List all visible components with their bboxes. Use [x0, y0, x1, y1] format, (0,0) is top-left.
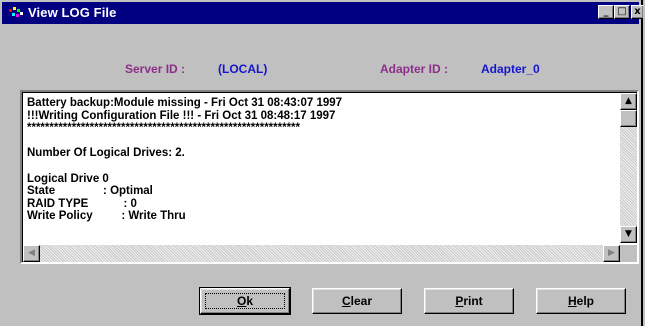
view-log-window: View LOG File _ □ x Server ID : (LOCAL) …	[0, 0, 643, 326]
log-text-area[interactable]: Battery backup:Module missing - Fri Oct …	[20, 90, 639, 264]
adapter-id-value: Adapter_0	[481, 62, 540, 76]
vertical-scroll-thumb[interactable]	[620, 110, 637, 127]
clear-accelerator: C	[341, 294, 351, 308]
adapter-id-label: Adapter ID :	[380, 62, 449, 76]
clear-button[interactable]: Clear	[312, 288, 402, 314]
clear-label: lear	[350, 294, 373, 308]
help-accelerator: H	[567, 294, 577, 308]
title-bar[interactable]: View LOG File _ □ x	[2, 2, 643, 24]
app-icon	[9, 7, 23, 17]
ok-button[interactable]: Ok	[199, 287, 291, 315]
horizontal-scrollbar[interactable]: ◀ ▶	[23, 245, 620, 262]
print-label: rint	[463, 294, 483, 308]
vertical-scrollbar[interactable]: ▲ ▼	[620, 93, 637, 243]
scroll-corner	[620, 245, 637, 262]
close-button[interactable]: x	[631, 5, 643, 19]
help-label: elp	[576, 294, 594, 308]
log-content: Battery backup:Module missing - Fri Oct …	[27, 97, 343, 223]
scroll-up-button[interactable]: ▲	[620, 93, 637, 110]
server-id-value: (LOCAL)	[218, 62, 268, 76]
window-title: View LOG File	[28, 5, 117, 20]
print-button[interactable]: Print	[424, 288, 514, 314]
scroll-left-button[interactable]: ◀	[23, 245, 40, 262]
scroll-right-button[interactable]: ▶	[603, 245, 620, 262]
help-button[interactable]: Help	[536, 288, 626, 314]
server-id-label: Server ID :	[125, 62, 186, 76]
minimize-button[interactable]: _	[598, 5, 614, 19]
focus-rectangle	[205, 293, 285, 309]
scroll-down-button[interactable]: ▼	[620, 226, 637, 243]
maximize-button[interactable]: □	[614, 5, 630, 19]
